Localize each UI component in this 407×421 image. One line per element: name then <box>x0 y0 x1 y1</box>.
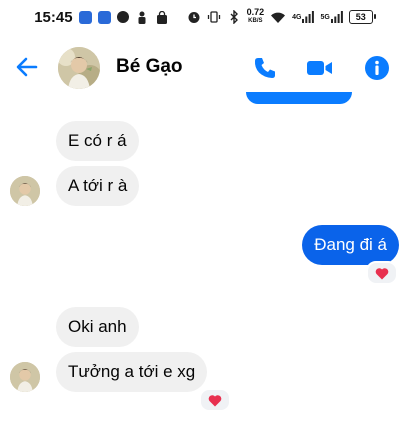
heart-reaction-icon[interactable] <box>199 388 231 412</box>
contact-avatar-small[interactable] <box>10 176 40 206</box>
contact-avatar[interactable] <box>58 47 100 89</box>
messenger-notification-icon <box>97 10 111 24</box>
info-icon[interactable] <box>363 54 391 82</box>
message-bubble-incoming[interactable]: E có r á <box>56 121 139 161</box>
message-text: E có r á <box>68 131 127 150</box>
back-arrow-icon[interactable] <box>14 54 40 80</box>
heart-reaction-icon[interactable] <box>366 261 398 285</box>
message-bubble-incoming[interactable]: Tưởng a tới e xg <box>56 352 208 392</box>
status-time: 15:45 <box>34 8 73 26</box>
phone-icon[interactable] <box>251 54 279 82</box>
network-speed: 0.72 KB/S <box>246 7 265 25</box>
message-text: Oki anh <box>68 317 127 336</box>
message-bubble-outgoing[interactable]: Đang đi á <box>302 225 399 265</box>
signal-sim2-icon: 5G <box>320 10 343 24</box>
contact-avatar-small[interactable] <box>10 362 40 392</box>
contact-name[interactable]: Bé Gạo <box>116 56 183 78</box>
video-camera-icon[interactable] <box>306 54 334 82</box>
battery-indicator: 53 <box>348 10 376 24</box>
vibrate-icon <box>207 10 221 24</box>
person-notification-icon <box>135 10 149 24</box>
signal-sim1-icon: 4G <box>292 10 315 24</box>
messenger-bubble-icon <box>116 11 129 23</box>
status-bar: 15:45 0.72 KB/S 4G 5G 53 <box>0 0 407 34</box>
message-text: A tới r à <box>68 176 128 195</box>
alarm-icon <box>187 10 201 24</box>
wifi-icon <box>270 10 286 24</box>
chat-header: Bé Gạo <box>0 34 407 100</box>
zalo-notification-icon <box>78 10 92 24</box>
bluetooth-icon <box>227 10 241 24</box>
message-text: Tưởng a tới e xg <box>68 362 196 381</box>
message-text: Đang đi á <box>314 235 387 254</box>
message-bubble-incoming[interactable]: Oki anh <box>56 307 139 347</box>
shopping-bag-icon <box>155 10 169 24</box>
message-bubble-incoming[interactable]: A tới r à <box>56 166 140 206</box>
previous-message-bubble[interactable] <box>246 92 352 104</box>
